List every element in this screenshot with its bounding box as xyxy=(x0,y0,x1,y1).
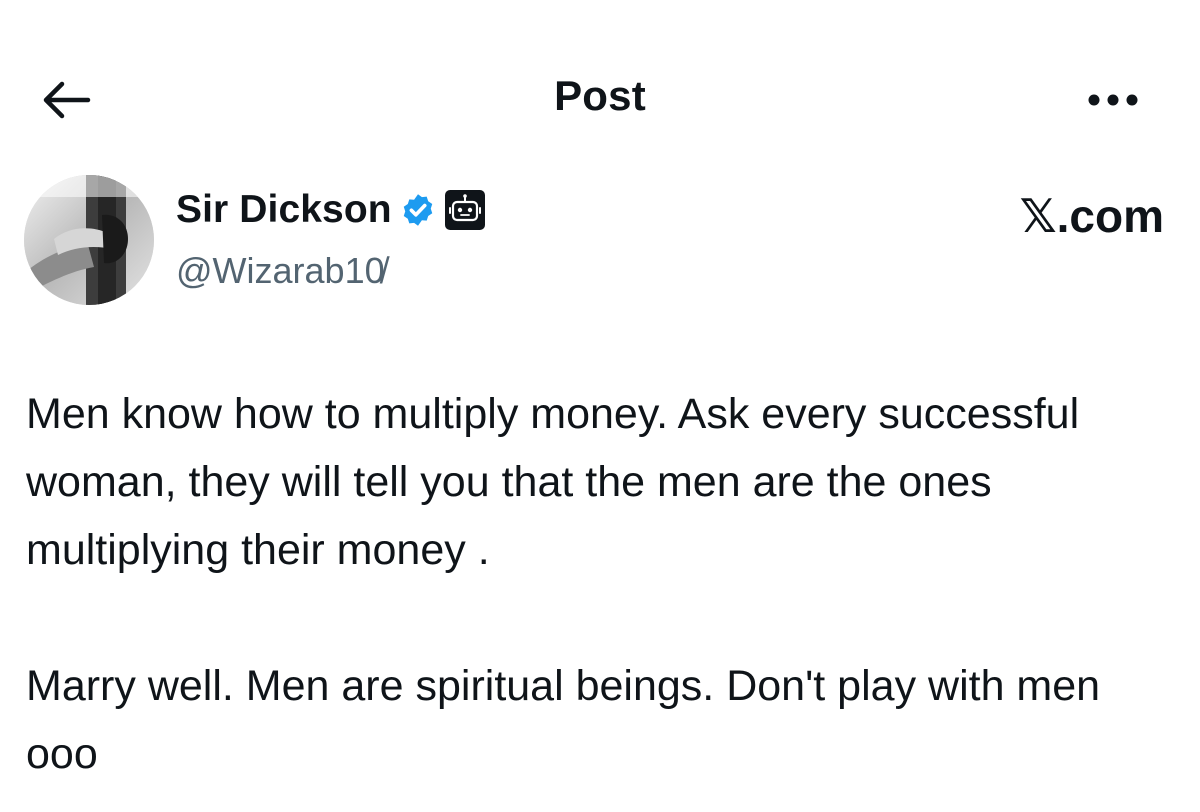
page-title: Post xyxy=(554,72,646,119)
post-paragraph: Marry well. Men are spiritual beings. Do… xyxy=(26,662,1101,778)
user-handle[interactable]: @Wizarab10̸ xyxy=(176,250,385,292)
automated-account-icon[interactable] xyxy=(444,189,486,231)
verified-badge-icon[interactable] xyxy=(400,192,436,228)
display-name-row: Sir Dickson xyxy=(176,188,486,232)
display-name[interactable]: Sir Dickson xyxy=(176,188,392,232)
avatar[interactable] xyxy=(24,175,154,305)
source-watermark: 𝕏.com xyxy=(1019,190,1164,242)
post-paragraph: Men know how to multiply money. Ask ever… xyxy=(26,390,1080,574)
more-options-button[interactable] xyxy=(1082,84,1144,116)
more-horizontal-icon xyxy=(1088,94,1138,106)
post-text: Men know how to multiply money. Ask ever… xyxy=(26,380,1176,788)
post-author: Sir Dickson @Wizarab10̸ 𝕏.com xyxy=(24,173,1164,313)
top-navigation-bar: Post xyxy=(0,0,1200,195)
profile-photo xyxy=(24,175,154,305)
